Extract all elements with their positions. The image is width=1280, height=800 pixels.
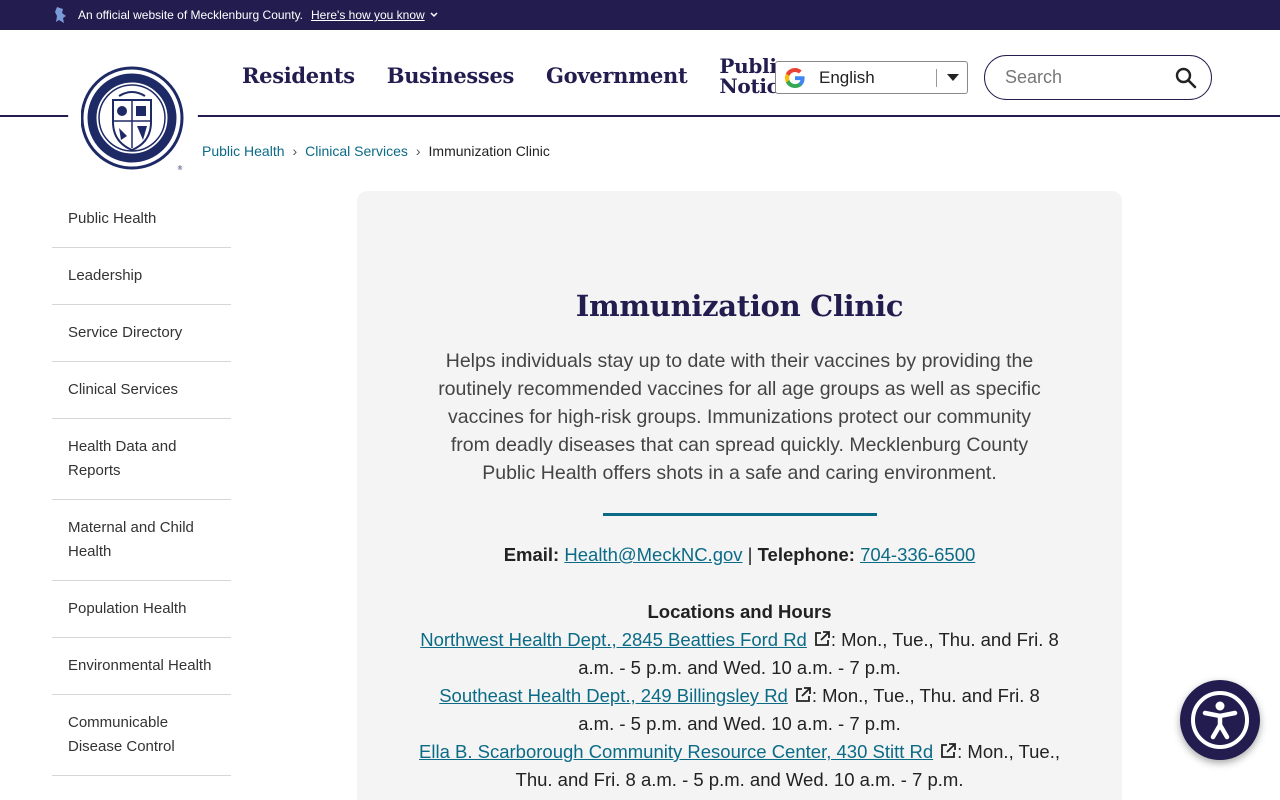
breadcrumb-clinical-services[interactable]: Clinical Services: [305, 143, 408, 159]
breadcrumb-current: Immunization Clinic: [428, 143, 550, 159]
location-item: Southeast Health Dept., 249 Billingsley …: [419, 682, 1060, 738]
sidebar-item-health-data[interactable]: Health Data and Reports: [52, 419, 231, 500]
external-link-icon: [814, 631, 830, 646]
county-seal-logo[interactable]: ®: [68, 54, 198, 184]
nav-residents[interactable]: Residents: [242, 65, 355, 86]
telephone-link[interactable]: 704-336-6500: [860, 544, 975, 565]
google-g-icon: [785, 67, 805, 88]
location-link-scarborough[interactable]: Ella B. Scarborough Community Resource C…: [419, 741, 933, 762]
language-selected: English: [819, 67, 875, 87]
page-description: Helps individuals stay up to date with t…: [438, 350, 1041, 484]
location-link-northwest[interactable]: Northwest Health Dept., 2845 Beatties Fo…: [420, 629, 807, 650]
chevron-right-icon: ›: [415, 143, 421, 159]
language-select[interactable]: English: [775, 61, 968, 94]
language-divider: [936, 68, 937, 87]
email-link[interactable]: Health@MeckNC.gov: [564, 544, 742, 565]
sidebar-item-maternal-child-health[interactable]: Maternal and Child Health: [52, 500, 231, 581]
how-you-know-label: Here's how you know: [311, 8, 425, 22]
page-title: Immunization Clinic: [575, 289, 904, 323]
sidebar-item-clinical-services[interactable]: Clinical Services: [52, 362, 231, 419]
svg-text:®: ®: [177, 165, 183, 172]
breadcrumb-public-health[interactable]: Public Health: [202, 143, 285, 159]
accessibility-button[interactable]: [1180, 680, 1260, 760]
sidebar-nav: Public Health Leadership Service Directo…: [52, 191, 231, 776]
official-text: An official website of Mecklenburg Count…: [78, 8, 304, 22]
location-link-southeast[interactable]: Southeast Health Dept., 249 Billingsley …: [439, 685, 788, 706]
contact-line: Email: Health@MeckNC.gov | Telephone: 70…: [357, 544, 1122, 566]
main-nav: Residents Businesses Government Public N…: [242, 56, 834, 96]
external-link-icon: [795, 687, 811, 702]
chevron-down-icon: [430, 12, 438, 18]
search-box: [984, 55, 1212, 100]
content-card: Immunization Clinic Helps individuals st…: [357, 191, 1122, 800]
locations-title: Locations and Hours: [647, 601, 832, 622]
search-input[interactable]: [1005, 67, 1165, 88]
sidebar-item-communicable-disease[interactable]: Communicable Disease Control: [52, 695, 231, 776]
contact-separator: |: [747, 544, 753, 565]
county-seal-icon: ®: [81, 66, 184, 172]
official-banner: An official website of Mecklenburg Count…: [0, 0, 1280, 30]
accessibility-icon: [1191, 691, 1249, 749]
sidebar-item-leadership[interactable]: Leadership: [52, 248, 231, 305]
section-divider: [603, 513, 877, 516]
chevron-right-icon: ›: [292, 143, 298, 159]
caret-down-icon: [947, 74, 959, 81]
sidebar-item-environmental-health[interactable]: Environmental Health: [52, 638, 231, 695]
nav-government[interactable]: Government: [546, 65, 688, 86]
location-item: Ella B. Scarborough Community Resource C…: [419, 738, 1060, 794]
nc-flag-icon: [55, 7, 66, 23]
sidebar-item-service-directory[interactable]: Service Directory: [52, 305, 231, 362]
nav-businesses[interactable]: Businesses: [387, 65, 515, 86]
sidebar-item-public-health[interactable]: Public Health: [52, 191, 231, 248]
email-label: Email:: [503, 544, 560, 565]
external-link-icon: [941, 743, 957, 758]
how-you-know-toggle[interactable]: Here's how you know: [311, 8, 439, 22]
breadcrumb: Public Health › Clinical Services › Immu…: [202, 143, 550, 159]
sidebar-item-population-health[interactable]: Population Health: [52, 581, 231, 638]
location-item: Northwest Health Dept., 2845 Beatties Fo…: [419, 626, 1060, 682]
telephone-label: Telephone:: [757, 544, 855, 565]
search-icon[interactable]: [1175, 67, 1197, 89]
